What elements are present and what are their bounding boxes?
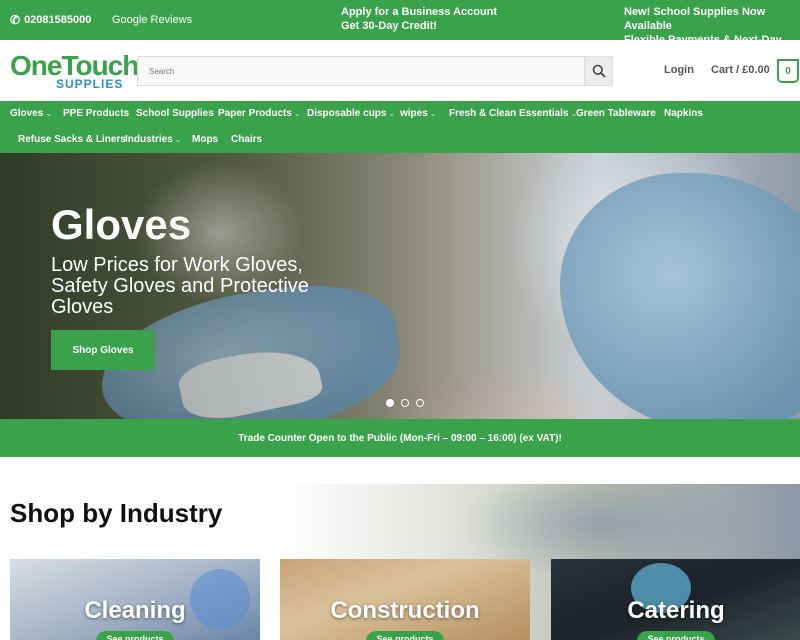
slider-dots (386, 399, 424, 407)
nav-item-school-supplies[interactable]: School Supplies (136, 108, 214, 119)
nav-item-paper-products[interactable]: Paper Products ⌄ (218, 108, 301, 119)
slider-dot-2[interactable] (401, 399, 409, 407)
industry-section: Shop by Industry Cleaning See products C… (0, 484, 800, 640)
main-nav: Gloves ⌄ PPE Products School Supplies Pap… (0, 101, 800, 153)
nav-item-fresh-clean[interactable]: Fresh & Clean Essentials ⌄ (449, 108, 577, 119)
top-bar: ✆ 02081585000 Google Reviews Apply for a… (0, 0, 800, 60)
industry-card-cleaning[interactable]: Cleaning See products (10, 559, 260, 640)
nav-item-ppe-products[interactable]: PPE Products (63, 108, 129, 119)
chevron-down-icon: ⌄ (174, 135, 182, 144)
slider-dot-1[interactable] (386, 399, 394, 407)
nav-item-chairs[interactable]: Chairs (231, 134, 262, 145)
news-line-1: New! School Supplies Now Available (624, 6, 766, 32)
chevron-down-icon: ⌄ (45, 109, 53, 118)
search-input[interactable] (138, 57, 585, 85)
card-label: Construction (330, 597, 480, 624)
hero-title: Gloves (51, 201, 192, 248)
promo-line-2: Get 30-Day Credit! (341, 20, 437, 32)
phone-link[interactable]: ✆ 02081585000 (10, 13, 91, 27)
nav-item-green-tableware[interactable]: Green Tableware (576, 108, 656, 119)
nav-item-disposable-cups[interactable]: Disposable cups ⌄ (307, 108, 395, 119)
google-reviews-link[interactable]: Google Reviews (112, 14, 192, 26)
see-products-button[interactable]: See products (366, 631, 444, 640)
nav-item-refuse-sacks[interactable]: Refuse Sacks & Liners (18, 134, 126, 145)
nav-item-mops[interactable]: Mops (192, 134, 218, 145)
trade-counter-notice: Trade Counter Open to the Public (Mon-Fr… (0, 419, 800, 457)
search-bar (137, 56, 613, 86)
business-account-promo[interactable]: Apply for a Business Account Get 30-Day … (341, 5, 497, 33)
site-header: OneTouch SUPPLIES Login Cart / £0.00 0 (0, 40, 800, 100)
login-link[interactable]: Login (664, 64, 694, 76)
industry-card-construction[interactable]: Construction See products (280, 559, 530, 640)
industry-card-catering[interactable]: Catering See products (551, 559, 800, 640)
nav-item-industries[interactable]: Industries ⌄ (125, 134, 182, 145)
phone-number: 02081585000 (24, 14, 92, 26)
nav-item-napkins[interactable]: Napkins (664, 108, 703, 119)
logo-subtitle: SUPPLIES (56, 77, 124, 91)
nav-item-wipes[interactable]: wipes ⌄ (400, 108, 437, 119)
site-logo[interactable]: OneTouch SUPPLIES (10, 51, 139, 92)
slider-dot-3[interactable] (416, 399, 424, 407)
see-products-button[interactable]: See products (637, 631, 715, 640)
chevron-down-icon: ⌄ (388, 109, 396, 118)
see-products-button[interactable]: See products (96, 631, 174, 640)
card-label: Cleaning (84, 597, 186, 624)
card-label: Catering (627, 597, 725, 624)
nav-item-gloves[interactable]: Gloves ⌄ (10, 108, 52, 119)
promo-line-1: Apply for a Business Account (341, 6, 498, 18)
cart-link[interactable]: Cart / £0.00 (711, 64, 770, 76)
hero-banner: Gloves Low Prices for Work Gloves, Safet… (0, 153, 800, 419)
cart-count-badge[interactable]: 0 (777, 59, 799, 83)
search-icon (592, 64, 606, 78)
phone-icon: ✆ (10, 13, 21, 27)
shop-gloves-button[interactable]: Shop Gloves (51, 330, 155, 370)
section-title: Shop by Industry (10, 498, 223, 528)
chevron-down-icon: ⌄ (293, 109, 301, 118)
chevron-down-icon: ⌄ (429, 109, 437, 118)
hero-subtitle: Low Prices for Work Gloves, Safety Glove… (51, 254, 309, 318)
search-button[interactable] (584, 57, 612, 85)
